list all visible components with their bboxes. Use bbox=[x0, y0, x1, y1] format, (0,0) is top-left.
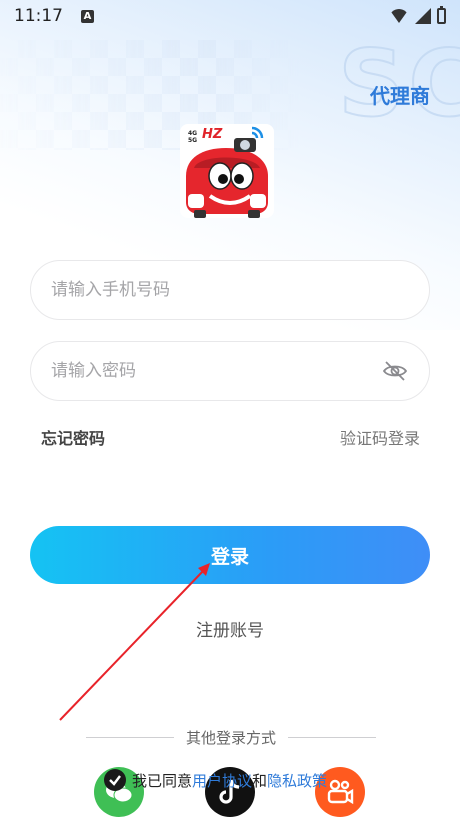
agreement-and: 和 bbox=[252, 771, 268, 790]
password-field[interactable] bbox=[30, 341, 430, 401]
check-icon[interactable] bbox=[104, 769, 126, 791]
register-link[interactable]: 注册账号 bbox=[0, 616, 460, 641]
login-button[interactable]: 登录 bbox=[30, 526, 430, 584]
user-agreement-link[interactable]: 用户协议 bbox=[192, 772, 252, 790]
agreement-row: 我已同意用户协议和隐私政策 bbox=[104, 768, 327, 792]
logo-badge-top: 4G bbox=[188, 130, 197, 137]
privacy-policy-link[interactable]: 隐私政策 bbox=[267, 772, 327, 790]
status-bar: 11:17 A bbox=[0, 0, 460, 32]
app-logo: 4G 5G HZ bbox=[180, 124, 274, 218]
status-time: 11:17 bbox=[14, 6, 63, 26]
logo-badge-bottom: 5G bbox=[188, 137, 197, 144]
logo-car-icon: 4G 5G HZ bbox=[186, 126, 268, 218]
phone-input[interactable] bbox=[51, 280, 409, 300]
wifi-icon bbox=[389, 9, 409, 23]
status-indicators bbox=[389, 6, 446, 24]
agreement-prefix: 我已同意 bbox=[132, 771, 193, 790]
signal-icon bbox=[415, 8, 431, 24]
other-login-title: 其他登录方式 bbox=[186, 728, 277, 747]
battery-icon bbox=[437, 6, 446, 24]
sms-login-link[interactable]: 验证码登录 bbox=[340, 425, 420, 449]
forgot-password-link[interactable]: 忘记密码 bbox=[41, 425, 105, 449]
password-input[interactable] bbox=[51, 361, 381, 381]
divider-line-right bbox=[288, 736, 377, 738]
eye-off-icon[interactable] bbox=[381, 357, 409, 385]
notification-icon: A bbox=[81, 9, 94, 23]
logo-brand: HZ bbox=[202, 127, 223, 142]
phone-field[interactable] bbox=[30, 260, 430, 320]
kuaishou-icon bbox=[327, 779, 354, 805]
divider-line-left bbox=[86, 736, 174, 738]
agent-link[interactable]: 代理商 bbox=[370, 80, 430, 109]
other-login-divider: 其他登录方式 bbox=[86, 726, 377, 748]
